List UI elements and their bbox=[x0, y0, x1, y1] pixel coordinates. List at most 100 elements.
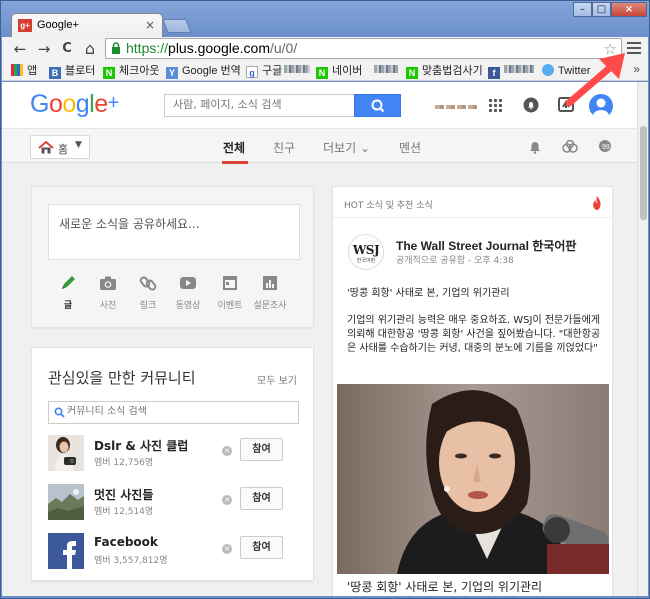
community-thumbnail[interactable] bbox=[48, 435, 84, 471]
tab-mentions[interactable]: 멘션 bbox=[399, 139, 421, 156]
news-photo bbox=[337, 384, 609, 574]
close-tab-icon[interactable]: × bbox=[145, 18, 155, 32]
post-caption[interactable]: '땅콩 회항' 사태로 본, 기업의 위기관리 bbox=[347, 578, 542, 595]
share-event-label: 이벤트 bbox=[217, 301, 243, 311]
join-button[interactable]: 참여 bbox=[240, 536, 283, 559]
search-button[interactable] bbox=[354, 94, 401, 117]
maximize-button[interactable]: □ bbox=[592, 2, 611, 17]
facebook-logo-icon[interactable] bbox=[48, 533, 84, 569]
post-author[interactable]: The Wall Street Journal 한국어판 bbox=[396, 237, 576, 254]
share-photo-button[interactable]: 사진 bbox=[88, 275, 128, 311]
bookmark-bloter[interactable]: B 블로터 bbox=[49, 63, 95, 79]
poll-chart-icon bbox=[263, 276, 277, 290]
join-button[interactable]: 참여 bbox=[240, 487, 283, 510]
community-thumbnail[interactable] bbox=[48, 484, 84, 520]
share-poll-button[interactable]: 설문조사 bbox=[250, 275, 290, 311]
back-arrow-icon[interactable]: ← bbox=[11, 40, 29, 58]
naver-n-icon: N bbox=[103, 67, 115, 79]
circles-icon[interactable] bbox=[562, 140, 578, 154]
home-label: 홈 bbox=[58, 143, 69, 156]
bookmark-spellcheck[interactable]: N 맞춤법검사기 bbox=[406, 63, 483, 79]
google-plus-logo[interactable]: Google+ bbox=[30, 90, 119, 119]
naver-n-icon: N bbox=[316, 67, 328, 79]
post-image[interactable] bbox=[337, 384, 609, 574]
browser-window: g+ Google+ × – □ × ← → C ⌂ https://plus.… bbox=[0, 0, 650, 599]
naver-n-icon: N bbox=[406, 67, 418, 79]
wsj-logo-text: WSJ bbox=[352, 243, 380, 257]
url-text: https://plus.google.com/u/0/ bbox=[126, 40, 297, 56]
bookmarks-bar: 앱 B 블로터 N 체크아웃 Y Google 번역 g 구글 N 네이버 N 맞춤법검사기… bbox=[2, 61, 648, 81]
apps-grid-icon[interactable] bbox=[488, 98, 502, 112]
community-item: 멋진 사진들 멤버 12,514명 ✕ 참여 bbox=[48, 484, 299, 522]
minimize-button[interactable]: – bbox=[573, 2, 592, 17]
community-search-input[interactable] bbox=[67, 406, 287, 417]
tab-all[interactable]: 전체 bbox=[223, 139, 245, 156]
home-icon[interactable]: ⌂ bbox=[81, 40, 99, 58]
search-icon bbox=[54, 407, 65, 418]
close-window-button[interactable]: × bbox=[611, 2, 647, 17]
dismiss-icon[interactable]: ✕ bbox=[222, 495, 232, 505]
dismiss-icon[interactable]: ✕ bbox=[222, 544, 232, 554]
bookmarks-overflow-icon[interactable]: » bbox=[633, 62, 640, 76]
bookmark-google-translate[interactable]: Y Google 번역 bbox=[166, 63, 241, 79]
title-bar: g+ Google+ × – □ × bbox=[1, 1, 649, 37]
share-text-button[interactable]: 글 bbox=[48, 275, 88, 311]
scrollbar-thumb[interactable] bbox=[640, 126, 647, 220]
notification-bell-icon[interactable] bbox=[528, 140, 542, 154]
blurred-user-name[interactable] bbox=[435, 105, 479, 109]
bookmark-checkout[interactable]: N 체크아웃 bbox=[103, 63, 159, 79]
share-link-button[interactable]: 링크 bbox=[128, 275, 168, 311]
community-search-field[interactable] bbox=[48, 401, 299, 424]
bookmark-google[interactable]: g 구글 bbox=[246, 63, 311, 79]
dismiss-icon[interactable]: ✕ bbox=[222, 446, 232, 456]
bookmark-apps[interactable]: 앱 bbox=[11, 63, 37, 79]
community-name[interactable]: Facebook bbox=[94, 535, 158, 549]
post-headline: '땅콩 회항' 사태로 본, 기업의 위기관리 bbox=[347, 288, 510, 299]
home-icon bbox=[38, 141, 54, 154]
community-name[interactable]: Dslr & 사진 클럽 bbox=[94, 437, 188, 454]
share-video-button[interactable]: 동영상 bbox=[168, 275, 208, 311]
active-tab-underline bbox=[222, 161, 248, 164]
google-g-icon: g bbox=[246, 66, 258, 78]
vertical-scrollbar[interactable] bbox=[637, 82, 648, 596]
notification-bell-icon[interactable] bbox=[523, 97, 539, 113]
divider bbox=[333, 217, 612, 218]
reload-icon[interactable]: C bbox=[58, 40, 76, 58]
tab-friends[interactable]: 친구 bbox=[273, 139, 295, 156]
wsj-logo-subtext: 한국어판 bbox=[356, 258, 376, 264]
communities-title: 관심있을 만한 커뮤니티 bbox=[48, 369, 196, 387]
join-button[interactable]: 참여 bbox=[240, 438, 283, 461]
community-name[interactable]: 멋진 사진들 bbox=[94, 486, 153, 503]
bookmark-naver[interactable]: N 네이버 bbox=[316, 63, 399, 79]
pencil-icon bbox=[62, 276, 75, 289]
video-play-icon bbox=[180, 277, 196, 289]
gplus-search-input[interactable] bbox=[173, 98, 353, 111]
share-input[interactable]: 새로운 소식을 공유하세요... bbox=[48, 204, 300, 260]
home-dropdown[interactable]: 홈 ▼ bbox=[30, 135, 90, 159]
bookmark-label: Google 번역 bbox=[182, 65, 241, 77]
link-icon bbox=[139, 276, 157, 291]
bookmark-facebook[interactable]: f bbox=[488, 63, 534, 79]
community-item: Facebook 멤버 3,557,812명 ✕ 참여 bbox=[48, 533, 299, 571]
google-plus-favicon-icon: g+ bbox=[18, 19, 32, 32]
wsj-logo[interactable]: WSJ 한국어판 bbox=[348, 234, 384, 270]
browser-tab[interactable]: g+ Google+ × bbox=[11, 13, 163, 37]
share-link-label: 링크 bbox=[139, 301, 157, 311]
tab-more[interactable]: 더보기 ⌄ bbox=[323, 139, 370, 156]
bookmark-label: 맞춤법검사기 bbox=[422, 65, 483, 77]
logo-letter: e bbox=[94, 90, 108, 118]
bookmark-label: 구글 bbox=[262, 65, 283, 77]
share-event-button[interactable]: 이벤트 bbox=[210, 275, 250, 311]
share-card: 새로운 소식을 공유하세요... 글 사진 링크 동영상 이벤트 설문조사 bbox=[31, 186, 314, 328]
new-tab-button[interactable] bbox=[162, 19, 192, 33]
forward-arrow-icon[interactable]: → bbox=[35, 40, 53, 58]
quote-bubble-icon[interactable]: 99 bbox=[598, 140, 612, 154]
post-body: 기업의 위기관리 능력은 매우 중요하죠. WSJ이 전문가들에게 의뢰해 대한… bbox=[347, 315, 601, 354]
chevron-down-icon: ▼ bbox=[75, 140, 82, 150]
see-all-link[interactable]: 모두 보기 bbox=[257, 372, 297, 387]
gplus-search-field[interactable] bbox=[164, 94, 354, 117]
blurred-text bbox=[284, 65, 311, 73]
address-bar[interactable]: https://plus.google.com/u/0/ ☆ bbox=[105, 38, 622, 59]
logo-letter: o bbox=[62, 90, 76, 118]
calendar-icon bbox=[223, 276, 237, 290]
